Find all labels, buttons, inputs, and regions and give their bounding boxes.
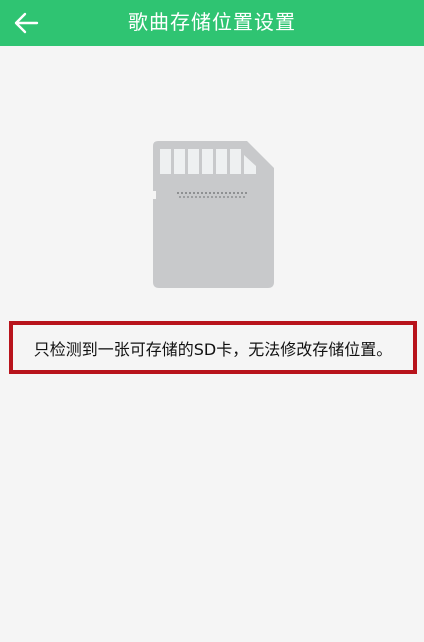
top-bar: 歌曲存储位置设置 (0, 0, 424, 46)
page-title: 歌曲存储位置设置 (128, 10, 296, 34)
sd-card-icon (153, 141, 274, 288)
notice-message: 只检测到一张可存储的SD卡，无法修改存储位置。 (33, 339, 393, 359)
sd-card-illustration (153, 141, 274, 288)
sd-card-notice: 只检测到一张可存储的SD卡，无法修改存储位置。 (9, 321, 417, 374)
